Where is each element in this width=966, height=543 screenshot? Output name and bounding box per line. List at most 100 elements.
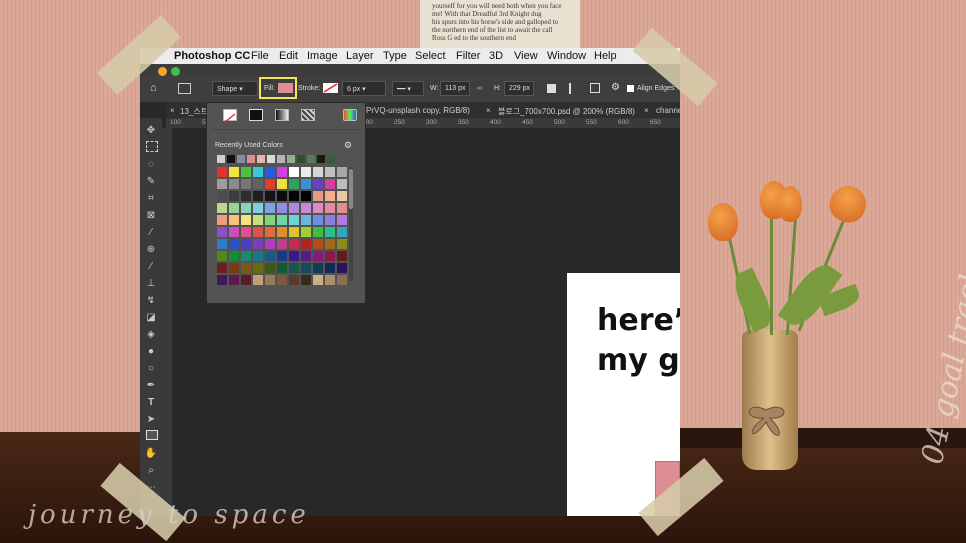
tab-4[interactable]: channe xyxy=(656,106,680,115)
color-swatch[interactable] xyxy=(325,251,335,261)
lasso-tool-icon[interactable]: ◌ xyxy=(144,158,158,172)
color-swatch[interactable] xyxy=(277,215,287,225)
color-swatch[interactable] xyxy=(277,275,287,285)
tool-preset-icon[interactable] xyxy=(178,83,191,94)
recent-color-swatch[interactable] xyxy=(277,155,285,163)
zoom-tool-icon[interactable]: ⌕ xyxy=(144,464,158,478)
color-swatch[interactable] xyxy=(217,167,227,177)
color-swatch[interactable] xyxy=(313,263,323,273)
color-swatch[interactable] xyxy=(265,179,275,189)
gear-icon[interactable]: ⚙ xyxy=(611,82,620,93)
color-swatch[interactable] xyxy=(325,215,335,225)
color-swatch[interactable] xyxy=(313,167,323,177)
color-swatch[interactable] xyxy=(289,275,299,285)
color-swatch[interactable] xyxy=(253,227,263,237)
color-swatch[interactable] xyxy=(313,203,323,213)
menu-3d[interactable]: 3D xyxy=(489,50,503,62)
color-swatch[interactable] xyxy=(337,203,347,213)
tab-close-icon[interactable]: × xyxy=(486,106,491,115)
solid-color-icon[interactable] xyxy=(249,109,263,121)
align-edges-checkbox[interactable] xyxy=(627,85,634,92)
color-swatch[interactable] xyxy=(217,239,227,249)
color-swatch[interactable] xyxy=(313,215,323,225)
color-swatch[interactable] xyxy=(229,275,239,285)
hand-tool-icon[interactable]: ✋ xyxy=(144,447,158,461)
tab-close-icon[interactable]: × xyxy=(170,106,175,115)
link-icon[interactable]: ∞ xyxy=(477,85,482,92)
color-swatch[interactable] xyxy=(265,215,275,225)
color-swatch[interactable] xyxy=(277,251,287,261)
color-swatch[interactable] xyxy=(313,227,323,237)
color-swatch[interactable] xyxy=(217,203,227,213)
color-swatch[interactable] xyxy=(241,251,251,261)
crop-tool-icon[interactable]: ⌗ xyxy=(144,192,158,206)
move-tool-icon[interactable]: ✥ xyxy=(144,124,158,138)
color-swatch[interactable] xyxy=(265,191,275,201)
color-picker-icon[interactable] xyxy=(343,109,357,121)
tab-1[interactable]: 13_스트 xyxy=(180,106,208,117)
color-swatch[interactable] xyxy=(277,203,287,213)
color-swatch[interactable] xyxy=(337,239,347,249)
color-swatch[interactable] xyxy=(277,227,287,237)
color-swatch[interactable] xyxy=(265,275,275,285)
color-swatch[interactable] xyxy=(337,215,347,225)
recent-color-swatch[interactable] xyxy=(317,155,325,163)
color-swatch[interactable] xyxy=(217,263,227,273)
menu-select[interactable]: Select xyxy=(415,50,446,62)
dodge-tool-icon[interactable]: ○ xyxy=(144,362,158,376)
recent-color-swatch[interactable] xyxy=(297,155,305,163)
color-swatch[interactable] xyxy=(313,275,323,285)
recent-color-swatch[interactable] xyxy=(307,155,315,163)
color-swatch[interactable] xyxy=(313,239,323,249)
color-swatch[interactable] xyxy=(229,263,239,273)
color-swatch[interactable] xyxy=(289,227,299,237)
color-swatch[interactable] xyxy=(337,167,347,177)
color-swatch[interactable] xyxy=(289,203,299,213)
recent-color-swatch[interactable] xyxy=(257,155,265,163)
color-swatch[interactable] xyxy=(241,227,251,237)
path-select-icon[interactable]: ➤ xyxy=(144,413,158,427)
recent-color-swatch[interactable] xyxy=(287,155,295,163)
color-swatch[interactable] xyxy=(301,191,311,201)
color-swatch[interactable] xyxy=(277,239,287,249)
menu-layer[interactable]: Layer xyxy=(346,50,374,62)
maximize-button[interactable] xyxy=(171,67,180,76)
color-swatch[interactable] xyxy=(289,263,299,273)
color-swatch[interactable] xyxy=(253,179,263,189)
color-swatch[interactable] xyxy=(325,239,335,249)
menu-view[interactable]: View xyxy=(514,50,538,62)
color-swatch[interactable] xyxy=(289,179,299,189)
color-swatch[interactable] xyxy=(337,191,347,201)
height-input[interactable]: 229 px xyxy=(504,81,534,96)
color-swatch[interactable] xyxy=(265,251,275,261)
tab-3[interactable]: 블로그_700x700.psd @ 200% (RGB/8) xyxy=(498,106,635,117)
color-swatch[interactable] xyxy=(217,227,227,237)
color-swatch[interactable] xyxy=(241,179,251,189)
minimize-button[interactable] xyxy=(158,67,167,76)
color-swatch[interactable] xyxy=(241,191,251,201)
recent-color-swatch[interactable] xyxy=(217,155,225,163)
paint-bucket-icon[interactable]: ◈ xyxy=(144,328,158,342)
color-swatch[interactable] xyxy=(229,191,239,201)
color-swatch[interactable] xyxy=(313,251,323,261)
color-swatch[interactable] xyxy=(301,227,311,237)
fill-swatch[interactable] xyxy=(278,83,293,93)
color-swatch[interactable] xyxy=(325,227,335,237)
color-swatch[interactable] xyxy=(229,179,239,189)
color-swatch[interactable] xyxy=(253,263,263,273)
color-swatch[interactable] xyxy=(325,191,335,201)
pen-tool-icon[interactable]: ✒ xyxy=(144,379,158,393)
menu-file[interactable]: File xyxy=(251,50,269,62)
color-swatch[interactable] xyxy=(301,251,311,261)
color-swatch[interactable] xyxy=(301,263,311,273)
path-operations-icon[interactable] xyxy=(547,84,556,93)
menu-edit[interactable]: Edit xyxy=(279,50,298,62)
color-swatch[interactable] xyxy=(253,275,263,285)
recent-color-swatch[interactable] xyxy=(247,155,255,163)
color-swatch[interactable] xyxy=(253,203,263,213)
color-swatch[interactable] xyxy=(301,215,311,225)
color-swatch[interactable] xyxy=(289,239,299,249)
eyedropper-tool-icon[interactable]: ⁄ xyxy=(144,226,158,240)
color-swatch[interactable] xyxy=(217,251,227,261)
color-swatch[interactable] xyxy=(265,167,275,177)
